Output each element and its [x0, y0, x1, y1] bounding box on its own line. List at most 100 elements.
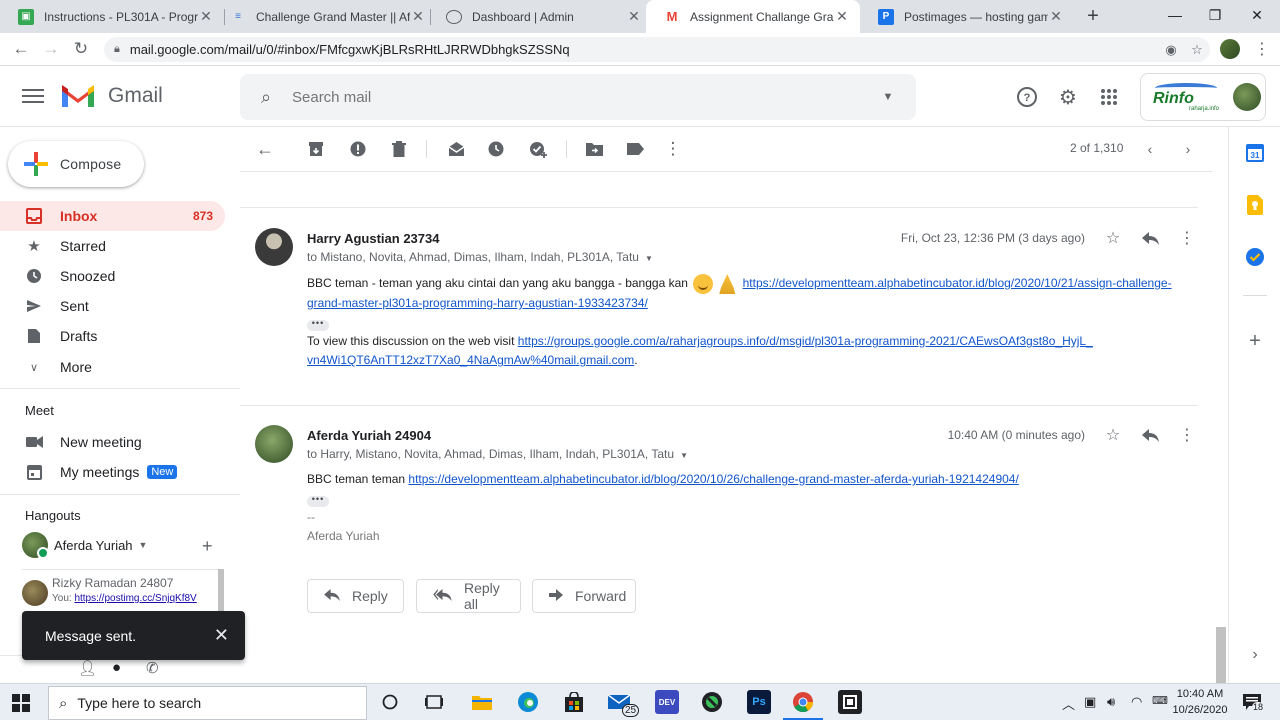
browser-tab-challenge[interactable]: ≡ Challenge Grand Master || Aferda ✕	[212, 0, 436, 33]
sender-name[interactable]: Harry Agustian 23734	[307, 231, 439, 246]
add-contact-icon[interactable]: +	[202, 536, 213, 557]
groups-link[interactable]: https://groups.google.com/a/raharjagroup…	[518, 334, 1093, 348]
sidebar-item-starred[interactable]: ★ Starred	[0, 231, 225, 261]
search-input[interactable]	[292, 88, 860, 106]
taskbar-search[interactable]: ⌕ Type here to search	[48, 686, 367, 720]
apps-grid-icon[interactable]	[1096, 84, 1122, 110]
tasks-app-icon[interactable]	[1243, 245, 1267, 269]
mail-app-icon[interactable]: 25	[608, 690, 640, 717]
close-tab-icon[interactable]: ✕	[834, 8, 850, 25]
maximize-button[interactable]: ❐	[1192, 0, 1238, 30]
snooze-clock-icon[interactable]	[486, 139, 506, 159]
person-icon[interactable]: 👤︎	[78, 659, 97, 677]
blog-link[interactable]: grand-master-pl301a-programming-harry-ag…	[307, 296, 648, 310]
reply-arrow-icon[interactable]	[1139, 227, 1161, 249]
blog-link[interactable]: https://developmentteam.alphabetincubato…	[408, 472, 1018, 486]
expand-panel-chevron-icon[interactable]: ›	[1243, 643, 1267, 667]
more-vertical-icon[interactable]: ⋮	[1176, 227, 1198, 249]
add-to-tasks-icon[interactable]	[528, 139, 548, 159]
reply-arrow-icon[interactable]	[1139, 424, 1161, 446]
back-arrow-icon[interactable]: ←	[255, 139, 275, 159]
browser-tab-postimages[interactable]: P Postimages — hosting gambar ✕	[860, 0, 1074, 33]
hangouts-contact[interactable]: Rizky Ramadan 24807 You: https://postimg…	[22, 576, 197, 606]
chrome-icon[interactable]	[783, 690, 823, 720]
sender-avatar[interactable]	[255, 228, 293, 266]
get-addons-plus-icon[interactable]: +	[1243, 329, 1267, 353]
forward-button[interactable]: Forward	[532, 579, 636, 613]
sender-avatar[interactable]	[255, 425, 293, 463]
photoshop-icon[interactable]: Ps	[747, 690, 771, 714]
sidebar-item-drafts[interactable]: Drafts	[0, 321, 225, 351]
label-tag-icon[interactable]	[625, 139, 645, 159]
help-icon[interactable]: ?	[1014, 84, 1040, 110]
browser-tab-instructions[interactable]: ▣ Instructions - PL301A - Programming ✕	[0, 0, 224, 33]
show-trimmed-content-button[interactable]: •••	[307, 319, 329, 331]
volume-icon[interactable]: 🔊︎	[1107, 694, 1115, 710]
extension-icon[interactable]: ◉	[1158, 42, 1184, 58]
search-icon[interactable]: ⌕	[240, 87, 292, 108]
browser-tab-dashboard[interactable]: Dashboard | Admin ✕	[428, 0, 652, 33]
account-avatar[interactable]	[1233, 83, 1261, 111]
bookmark-star-icon[interactable]: ☆	[1184, 42, 1210, 58]
media-app-icon[interactable]	[700, 690, 724, 714]
task-view-icon[interactable]	[422, 690, 446, 714]
window-close-button[interactable]: ✕	[1234, 0, 1280, 30]
blog-link[interactable]: https://developmentteam.alphabetincubato…	[743, 276, 1172, 290]
notification-center-icon[interactable]: 18	[1240, 690, 1265, 714]
main-menu-icon[interactable]	[22, 85, 44, 107]
edge-browser-icon[interactable]	[516, 690, 540, 714]
taskbar-clock[interactable]: 10:40 AM 10/26/2020	[1170, 686, 1230, 718]
search-options-icon[interactable]: ▼	[860, 91, 916, 103]
reply-all-button[interactable]: Reply all	[416, 579, 521, 613]
report-spam-icon[interactable]	[348, 139, 368, 159]
close-tab-icon[interactable]: ✕	[410, 8, 426, 25]
network-icon[interactable]: ▣	[1084, 694, 1096, 710]
more-vertical-icon[interactable]: ⋮	[1176, 424, 1198, 446]
calendar-app-icon[interactable]: 31	[1243, 141, 1267, 165]
file-explorer-icon[interactable]	[470, 690, 494, 714]
move-to-folder-icon[interactable]	[584, 139, 604, 159]
chat-bubble-icon[interactable]: ●	[112, 659, 121, 676]
mark-unread-icon[interactable]	[446, 139, 466, 159]
star-icon[interactable]: ☆	[1102, 227, 1124, 249]
sender-name[interactable]: Aferda Yuriah 24904	[307, 428, 431, 443]
keyboard-layout-icon[interactable]: ⌨	[1152, 694, 1168, 707]
settings-gear-icon[interactable]: ⚙	[1055, 84, 1081, 110]
details-dropdown-icon[interactable]: ▼	[645, 254, 653, 263]
sidebar-item-more[interactable]: ∨ More	[0, 352, 225, 382]
older-chevron-icon[interactable]: ›	[1178, 139, 1198, 159]
address-bar[interactable]: 🔒︎ mail.google.com/mail/u/0/#inbox/FMfcg…	[104, 37, 1210, 62]
hangouts-scrollbar[interactable]	[218, 569, 224, 617]
contact-message-link[interactable]: https://postimg.cc/SnjqKf8V	[74, 593, 196, 604]
windows-start-icon[interactable]	[12, 694, 30, 712]
phone-icon[interactable]: ✆	[146, 659, 159, 677]
new-tab-button[interactable]: +	[1082, 5, 1104, 27]
newer-chevron-icon[interactable]: ‹	[1140, 139, 1160, 159]
account-switcher[interactable]: Rinfo raharja.info	[1140, 73, 1266, 121]
more-vertical-icon[interactable]: ⋮	[663, 139, 683, 159]
chrome-menu-icon[interactable]: ⋮	[1254, 39, 1270, 59]
dropdown-arrow-icon[interactable]: ▼	[139, 540, 148, 550]
terminal-app-icon[interactable]	[838, 690, 862, 714]
sidebar-item-sent[interactable]: Sent	[0, 291, 225, 321]
new-meeting-item[interactable]: New meeting	[0, 427, 225, 457]
store-icon[interactable]	[562, 690, 586, 714]
sidebar-item-inbox[interactable]: Inbox 873	[0, 201, 225, 231]
gmail-logo[interactable]: Gmail	[60, 83, 163, 109]
reload-icon[interactable]: ↻	[70, 38, 92, 60]
profile-avatar[interactable]	[1220, 39, 1240, 59]
keep-app-icon[interactable]	[1243, 193, 1267, 217]
details-dropdown-icon[interactable]: ▼	[680, 451, 688, 460]
dev-cpp-icon[interactable]: DEV	[655, 690, 679, 714]
browser-tab-gmail[interactable]: M Assignment Challange Grandmaster ✕	[646, 0, 860, 33]
groups-link[interactable]: vn4Wi1QT6AnTT12xzT7Xa0_4NaAgmAw%40mail.g…	[307, 353, 634, 367]
cortana-icon[interactable]	[378, 690, 402, 714]
show-trimmed-content-button[interactable]: •••	[307, 495, 329, 507]
wifi-icon[interactable]: ◠	[1131, 694, 1142, 710]
forward-arrow-icon[interactable]: →	[40, 38, 62, 60]
reply-button[interactable]: Reply	[307, 579, 404, 613]
sidebar-item-snoozed[interactable]: Snoozed	[0, 261, 225, 291]
archive-icon[interactable]	[306, 139, 326, 159]
close-tab-icon[interactable]: ✕	[1048, 8, 1064, 25]
main-scrollbar[interactable]	[1216, 627, 1226, 683]
